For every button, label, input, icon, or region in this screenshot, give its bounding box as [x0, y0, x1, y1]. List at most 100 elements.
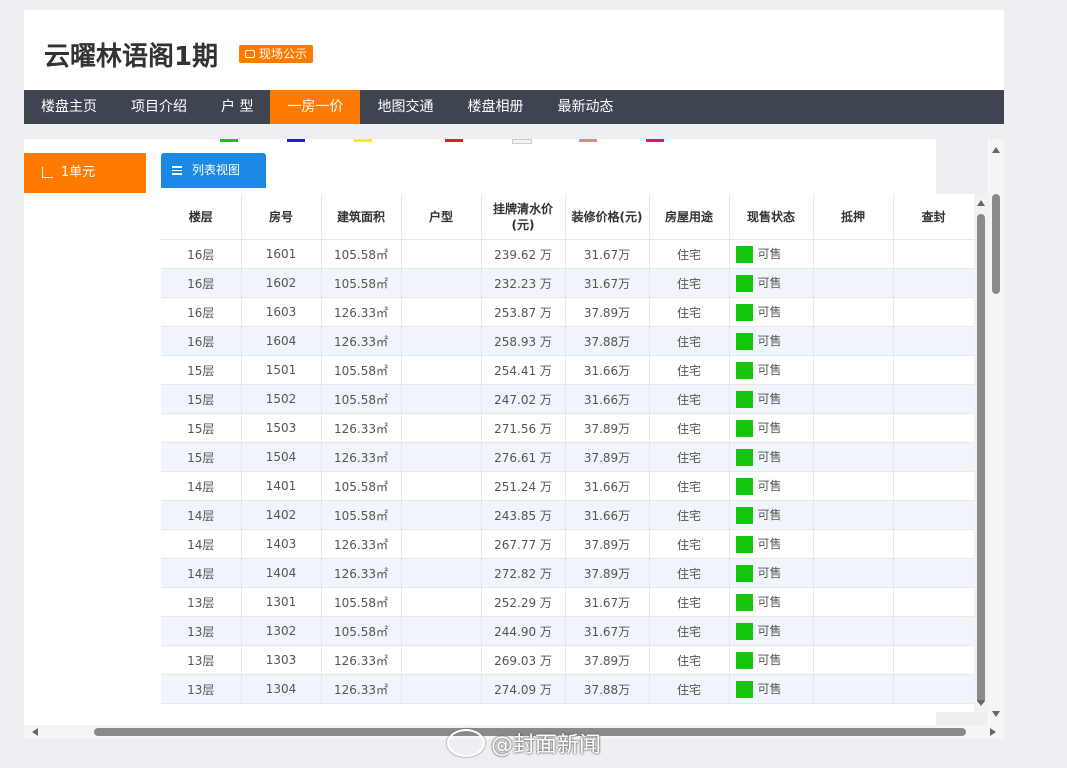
nav-item-map[interactable]: 地图交通 — [360, 90, 450, 124]
onsite-notice-badge[interactable]: 现场公示 — [239, 45, 314, 63]
table-cell: 126.33㎡ — [321, 645, 402, 675]
sidebar-item-unit-1[interactable]: 1单元 — [24, 153, 146, 193]
scroll-up-icon[interactable] — [992, 147, 1000, 153]
column-header: 楼层 — [161, 194, 242, 240]
table-row[interactable]: 16层 1602 105.58㎡ 232.23 万 31.67万 住宅 可售 — [161, 268, 974, 298]
table-cell: 253.87 万 — [481, 297, 566, 327]
table-row[interactable]: 16层 1601 105.58㎡ 239.62 万 31.67万 住宅 可售 — [161, 239, 974, 269]
status-text: 可售 — [757, 421, 782, 435]
table-vertical-scrollbar[interactable] — [974, 194, 989, 712]
table-row[interactable]: 13层 1302 105.58㎡ 244.90 万 31.67万 住宅 可售 — [161, 616, 974, 646]
table-cell — [401, 239, 482, 269]
scroll-thumb[interactable] — [992, 194, 1000, 294]
table-cell: 住宅 — [649, 529, 730, 559]
table-cell — [813, 500, 894, 530]
page-vertical-scrollbar[interactable] — [989, 139, 1004, 725]
table-cell: 269.03 万 — [481, 645, 566, 675]
table-cell: 16层 — [161, 297, 242, 327]
watermark: @封面新闻 — [447, 727, 601, 759]
table-cell: 1301 — [241, 587, 322, 617]
table-cell: 126.33㎡ — [321, 413, 402, 443]
status-indicator — [735, 507, 753, 524]
weibo-logo-icon — [447, 729, 485, 757]
table-cell: 住宅 — [649, 442, 730, 472]
list-view-button[interactable]: 列表视图 — [161, 153, 266, 188]
scroll-down-icon[interactable] — [977, 700, 985, 706]
legend-color-swatch — [354, 139, 372, 142]
table-cell — [893, 442, 974, 472]
status-text: 可售 — [757, 682, 782, 696]
scroll-thumb[interactable] — [977, 214, 985, 704]
table-row[interactable]: 15层 1504 126.33㎡ 276.61 万 37.89万 住宅 可售 — [161, 442, 974, 472]
scroll-left-icon[interactable] — [32, 728, 38, 736]
table-row[interactable]: 14层 1403 126.33㎡ 267.77 万 37.89万 住宅 可售 — [161, 529, 974, 559]
table-cell: 105.58㎡ — [321, 500, 402, 530]
scroll-down-icon[interactable] — [992, 711, 1000, 717]
nav-item-album[interactable]: 楼盘相册 — [450, 90, 540, 124]
table-cell: 住宅 — [649, 268, 730, 298]
status-text: 可售 — [757, 566, 782, 580]
table-cell — [401, 500, 482, 530]
sale-status-cell: 可售 — [729, 500, 814, 530]
table-cell — [893, 674, 974, 704]
table-row[interactable]: 14层 1402 105.58㎡ 243.85 万 31.66万 住宅 可售 — [161, 500, 974, 530]
table-row[interactable]: 15层 1502 105.58㎡ 247.02 万 31.66万 住宅 可售 — [161, 384, 974, 414]
status-indicator — [735, 275, 753, 292]
table-cell: 267.77 万 — [481, 529, 566, 559]
table-cell: 31.66万 — [565, 471, 650, 501]
table-cell — [401, 471, 482, 501]
nav-item-intro[interactable]: 项目介绍 — [114, 90, 204, 124]
table-row[interactable]: 15层 1503 126.33㎡ 271.56 万 37.89万 住宅 可售 — [161, 413, 974, 443]
table-cell: 31.66万 — [565, 500, 650, 530]
status-text: 可售 — [757, 392, 782, 406]
scroll-up-icon[interactable] — [977, 200, 985, 206]
table-cell: 1503 — [241, 413, 322, 443]
table-cell — [813, 239, 894, 269]
legend-color-swatch — [579, 139, 597, 142]
status-text: 可售 — [757, 508, 782, 522]
table-cell: 31.66万 — [565, 384, 650, 414]
table-cell: 251.24 万 — [481, 471, 566, 501]
table-cell — [893, 297, 974, 327]
nav-item-news[interactable]: 最新动态 — [540, 90, 630, 124]
nav-item-home[interactable]: 楼盘主页 — [24, 90, 114, 124]
table-cell — [893, 355, 974, 385]
table-cell — [893, 239, 974, 269]
table-cell — [893, 268, 974, 298]
table-cell: 232.23 万 — [481, 268, 566, 298]
table-cell: 126.33㎡ — [321, 674, 402, 704]
table-row[interactable]: 13层 1303 126.33㎡ 269.03 万 37.89万 住宅 可售 — [161, 645, 974, 675]
table-cell — [893, 413, 974, 443]
table-body: 16层 1601 105.58㎡ 239.62 万 31.67万 住宅 可售 16层 1602 1… — [161, 239, 974, 704]
table-cell — [401, 645, 482, 675]
table-row[interactable]: 15层 1501 105.58㎡ 254.41 万 31.66万 住宅 可售 — [161, 355, 974, 385]
table-row[interactable]: 16层 1603 126.33㎡ 253.87 万 37.89万 住宅 可售 — [161, 297, 974, 327]
page-header: 云曜林语阁1期 现场公示 — [24, 10, 1004, 90]
table-row[interactable]: 13层 1301 105.58㎡ 252.29 万 31.67万 住宅 可售 — [161, 587, 974, 617]
scroll-right-icon[interactable] — [990, 728, 996, 736]
table-cell — [813, 268, 894, 298]
nav-item-floorplan[interactable]: 户 型 — [204, 90, 270, 124]
table-row[interactable]: 16层 1604 126.33㎡ 258.93 万 37.88万 住宅 可售 — [161, 326, 974, 356]
table-cell: 37.89万 — [565, 645, 650, 675]
table-cell — [813, 355, 894, 385]
status-indicator — [735, 420, 753, 437]
sale-status-cell: 可售 — [729, 674, 814, 704]
table-cell: 住宅 — [649, 355, 730, 385]
price-table: 楼层 房号 建筑面积 户型 挂牌清水价 (元) 装修价格(元) 房屋用途 现售状态 抵押 查封 1… — [161, 194, 974, 704]
status-text: 可售 — [757, 450, 782, 464]
legend-color-swatch — [512, 139, 532, 144]
table-row[interactable]: 13层 1304 126.33㎡ 274.09 万 37.88万 住宅 可售 — [161, 674, 974, 704]
table-cell: 1502 — [241, 384, 322, 414]
table-row[interactable]: 14层 1404 126.33㎡ 272.82 万 37.89万 住宅 可售 — [161, 558, 974, 588]
table-cell: 住宅 — [649, 558, 730, 588]
table-cell: 126.33㎡ — [321, 297, 402, 327]
table-cell: 住宅 — [649, 384, 730, 414]
table-cell: 15层 — [161, 384, 242, 414]
table-cell: 14层 — [161, 471, 242, 501]
table-row[interactable]: 14层 1401 105.58㎡ 251.24 万 31.66万 住宅 可售 — [161, 471, 974, 501]
nav-item-price-list[interactable]: 一房一价 — [270, 90, 361, 124]
table-cell: 13层 — [161, 616, 242, 646]
status-indicator — [735, 304, 753, 321]
table-cell: 16层 — [161, 268, 242, 298]
